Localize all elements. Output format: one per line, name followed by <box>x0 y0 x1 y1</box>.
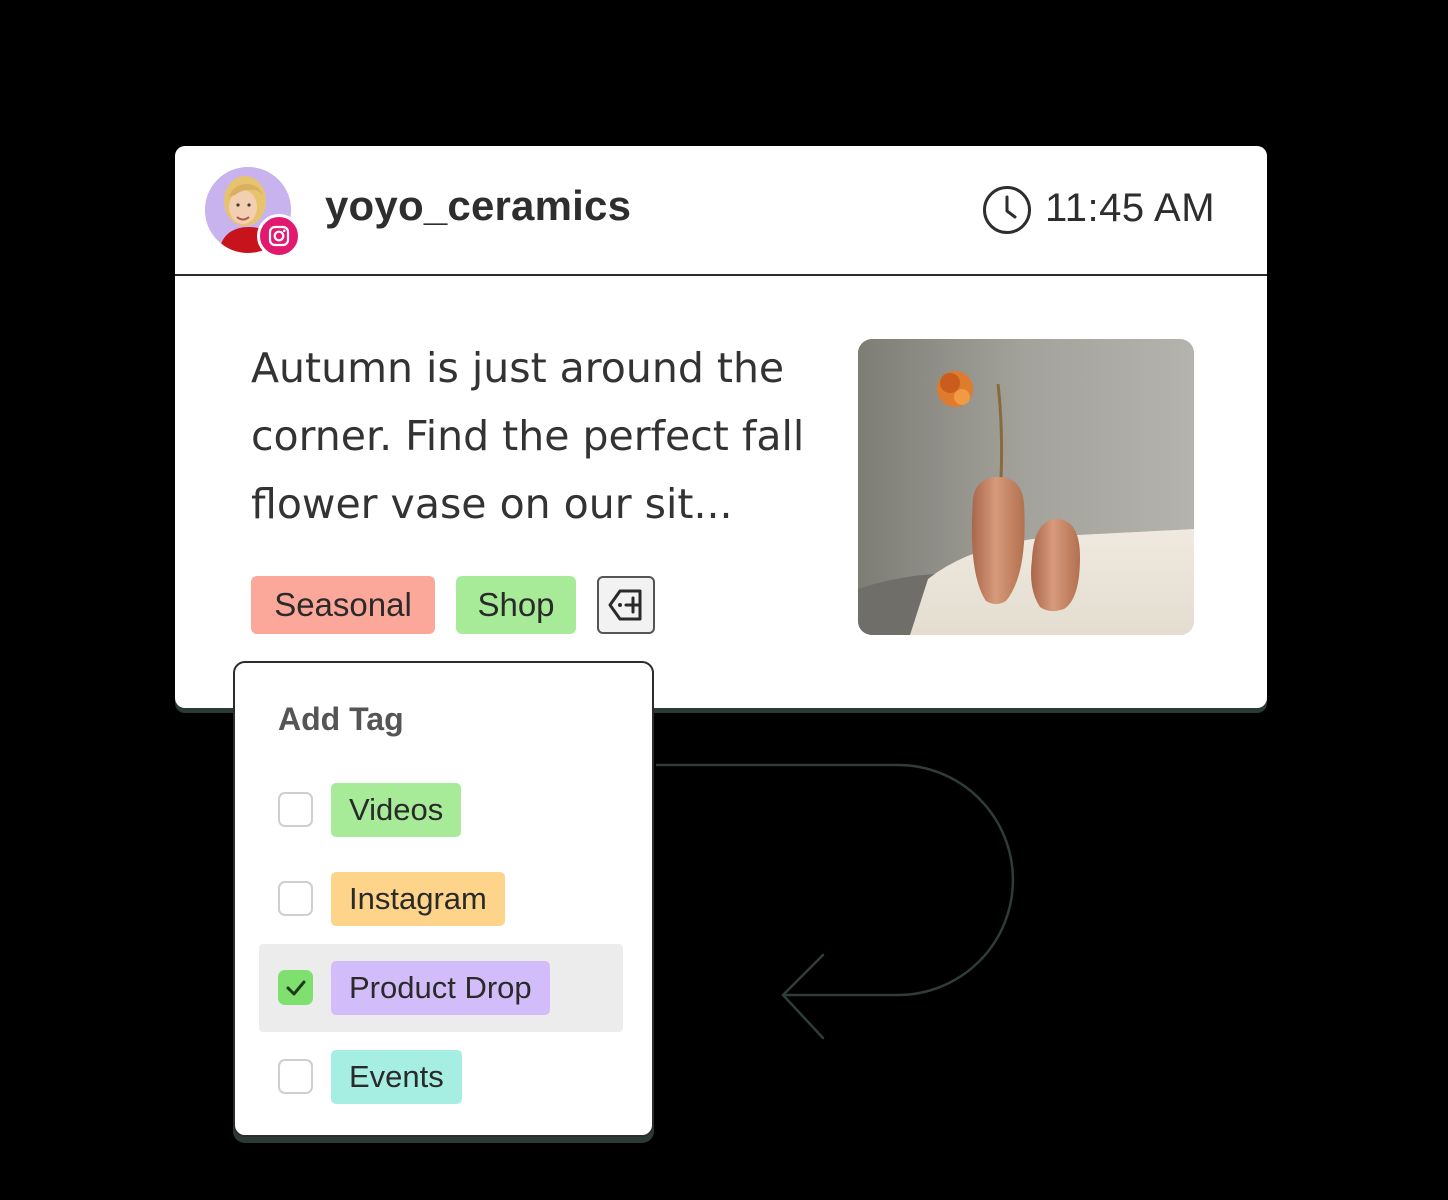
checkbox-instagram[interactable] <box>278 881 313 916</box>
post-header: yoyo_ceramics 11:45 AM <box>175 146 1267 276</box>
stage: yoyo_ceramics 11:45 AM Autumn is just ar… <box>0 0 1448 1200</box>
post-caption: Autumn is just around the corner. Find t… <box>251 344 805 528</box>
check-icon <box>286 980 305 995</box>
tag-option-videos[interactable]: Videos <box>259 766 623 854</box>
add-tag-button[interactable] <box>597 576 655 634</box>
tag-plus-icon <box>608 589 642 621</box>
checkbox-product-drop[interactable] <box>278 970 313 1005</box>
dropdown-title: Add Tag <box>278 701 404 737</box>
username[interactable]: yoyo_ceramics <box>325 182 631 230</box>
option-tag-label: Product Drop <box>331 961 550 1015</box>
instagram-icon <box>257 214 301 258</box>
option-tag-label: Events <box>331 1050 462 1104</box>
option-tag-label: Videos <box>331 783 462 837</box>
post-card: yoyo_ceramics 11:45 AM Autumn is just ar… <box>175 146 1267 708</box>
add-tag-dropdown: Add Tag Videos Instagram Product Drop Ev… <box>233 661 654 1137</box>
vase-photo <box>858 339 1194 635</box>
checkbox-videos[interactable] <box>278 792 313 827</box>
tag-option-events[interactable]: Events <box>259 1033 623 1121</box>
checkbox-events[interactable] <box>278 1059 313 1094</box>
tag-seasonal[interactable]: Seasonal <box>251 576 435 634</box>
tag-shop[interactable]: Shop <box>456 576 576 634</box>
post-image[interactable] <box>858 339 1194 635</box>
clock-icon <box>983 186 1031 234</box>
tag-option-product-drop[interactable]: Product Drop <box>259 944 623 1032</box>
tag-option-instagram[interactable]: Instagram <box>259 855 623 943</box>
post-time: 11:45 AM <box>1045 186 1216 230</box>
option-tag-label: Instagram <box>331 872 505 926</box>
